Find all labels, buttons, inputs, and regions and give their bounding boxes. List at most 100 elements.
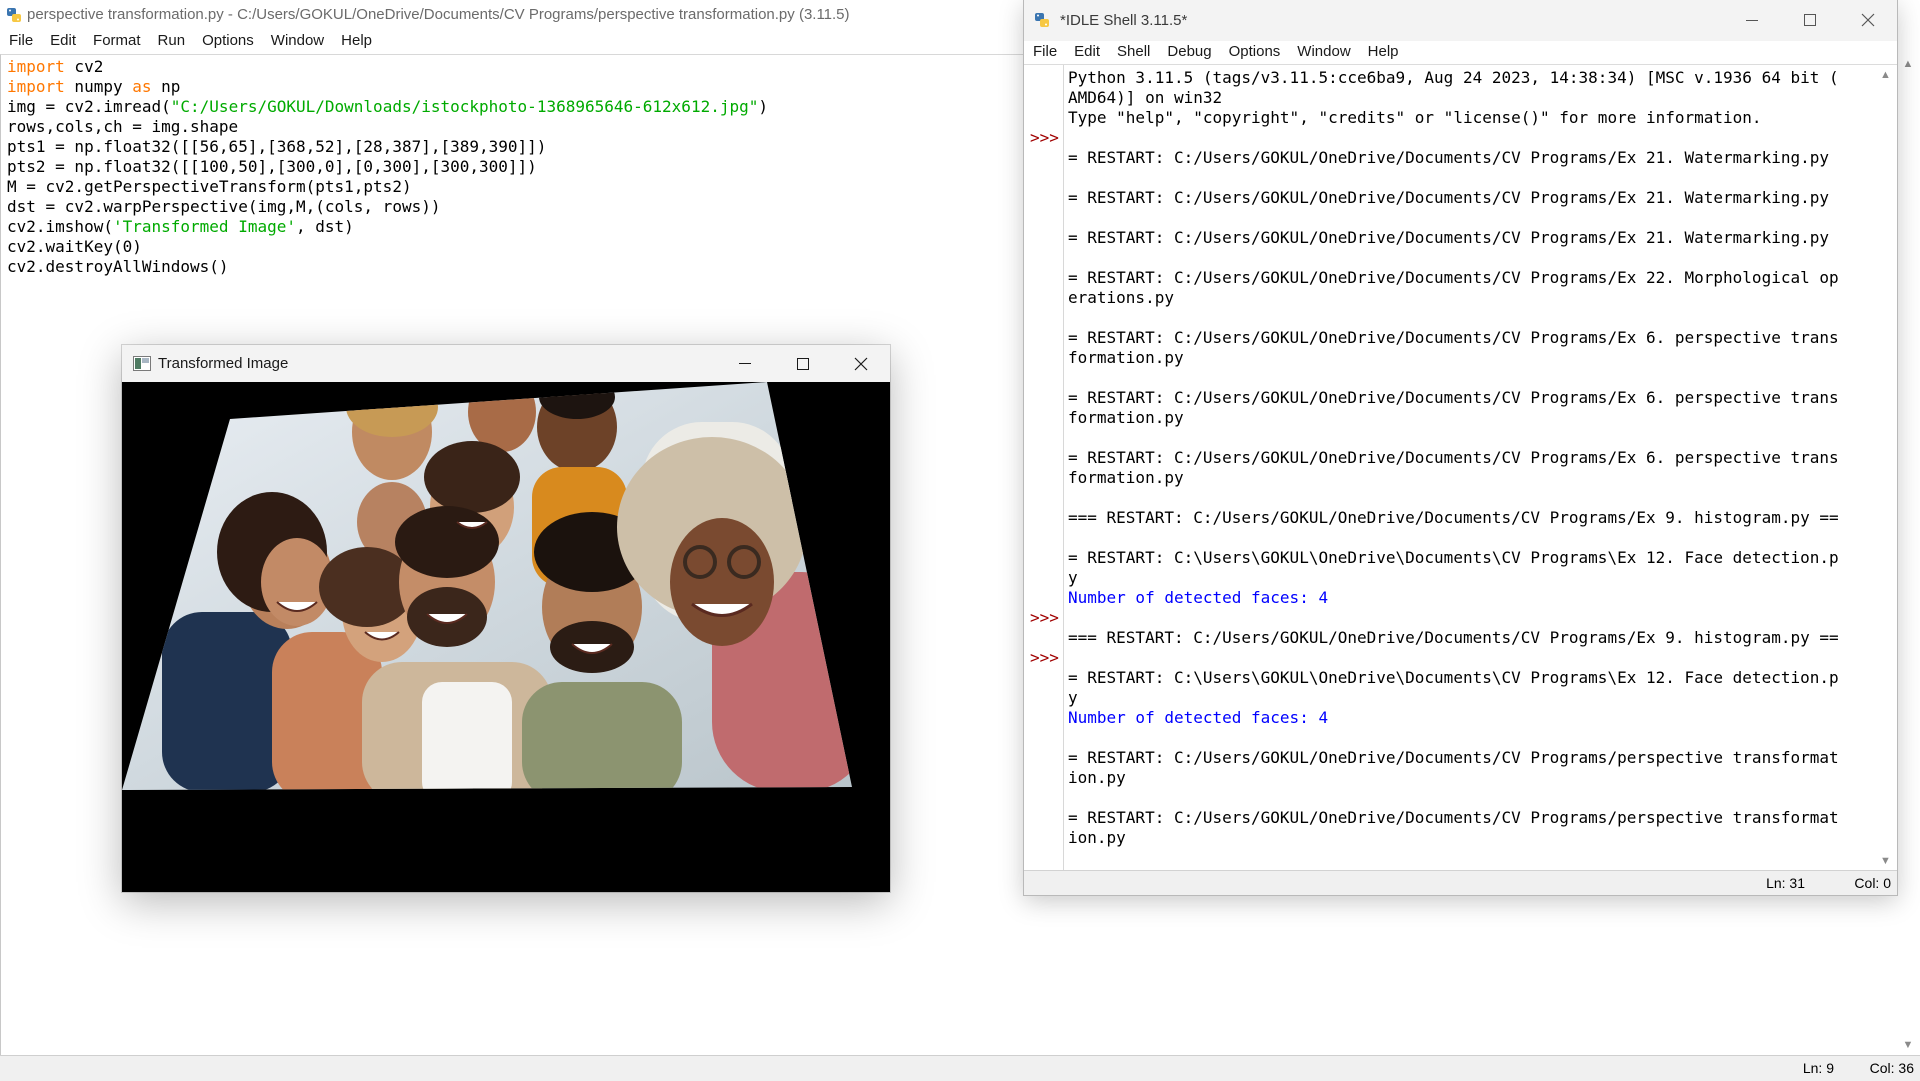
code-line: dst = cv2.warpPerspective(img,M,(cols, r… (7, 197, 441, 216)
shell-output-line: Number of detected faces: 4 (1068, 708, 1329, 727)
shell-prompt: >>> (1030, 128, 1059, 147)
shell-line: formation.py (1068, 408, 1184, 427)
shell-menu-options[interactable]: Options (1229, 40, 1281, 64)
menu-file[interactable]: File (9, 29, 33, 53)
shell-line: = RESTART: C:/Users/GOKUL/OneDrive/Docum… (1068, 188, 1829, 207)
image-window-title-bar[interactable]: Transformed Image (122, 345, 890, 382)
python-shell-icon (1035, 13, 1049, 27)
shell-line: = RESTART: C:/Users/GOKUL/OneDrive/Docum… (1068, 268, 1839, 287)
shell-minimize-button[interactable] (1723, 0, 1781, 41)
code-line: pts1 = np.float32([[56,65],[368,52],[28,… (7, 137, 547, 156)
shell-menu-edit[interactable]: Edit (1074, 40, 1100, 64)
shell-line: ion.py (1068, 828, 1126, 847)
shell-line: formation.py (1068, 468, 1184, 487)
shell-close-button[interactable] (1839, 0, 1897, 41)
shell-status-bar: Ln: 31 Col: 0 (1024, 870, 1897, 895)
close-icon (1861, 13, 1875, 27)
shell-line: = RESTART: C:/Users/GOKUL/OneDrive/Docum… (1068, 748, 1839, 767)
transformed-image-window[interactable]: Transformed Image (122, 345, 890, 892)
shell-line: = RESTART: C:/Users/GOKUL/OneDrive/Docum… (1068, 808, 1839, 827)
shell-menu-bar: File Edit Shell Debug Options Window Help (1033, 40, 1416, 64)
shell-line: = RESTART: C:\Users\GOKUL\OneDrive\Docum… (1068, 668, 1839, 687)
code-lines: import cv2 import numpy as np img = cv2.im… (7, 57, 768, 277)
code-line: rows,cols,ch = img.shape (7, 117, 239, 136)
scroll-down-arrow-icon[interactable]: ▼ (1896, 1039, 1920, 1051)
shell-line: = RESTART: C:/Users/GOKUL/OneDrive/Docum… (1068, 148, 1829, 167)
menu-help[interactable]: Help (341, 29, 372, 53)
shell-line-number: Ln: 31 (1766, 875, 1805, 891)
editor-status-bar: Ln: 9 Col: 36 (0, 1055, 1920, 1081)
shell-line: = RESTART: C:/Users/GOKUL/OneDrive/Docum… (1068, 448, 1839, 467)
scroll-up-arrow-icon[interactable]: ▲ (1896, 58, 1920, 70)
close-icon (854, 357, 868, 371)
shell-menu-help[interactable]: Help (1368, 40, 1399, 64)
shell-output-area[interactable]: >>> >>> >>> Python 3.11.5 (tags/v3.11.5:… (1024, 64, 1897, 871)
editor-scrollbar[interactable]: ▲ ▼ (1896, 54, 1920, 1055)
close-button[interactable] (832, 345, 890, 382)
group-selfie-photo (122, 382, 852, 790)
maximize-icon (1804, 14, 1816, 26)
shell-menu-debug[interactable]: Debug (1167, 40, 1211, 64)
maximize-icon (797, 358, 809, 370)
menu-edit[interactable]: Edit (50, 29, 76, 53)
maximize-button[interactable] (774, 345, 832, 382)
shell-line: = RESTART: C:/Users/GOKUL/OneDrive/Docum… (1068, 388, 1839, 407)
shell-prompt-gutter: >>> >>> >>> (1026, 65, 1064, 871)
shell-line: y (1068, 568, 1078, 587)
shell-scrollbar[interactable]: ▲ ▼ (1874, 65, 1897, 871)
idle-shell-window[interactable]: *IDLE Shell 3.11.5* File Edit Shell Debug Op… (1024, 0, 1897, 895)
menu-options[interactable]: Options (202, 29, 254, 53)
shell-line: === RESTART: C:/Users/GOKUL/OneDrive/Doc… (1068, 508, 1839, 527)
shell-maximize-button[interactable] (1781, 0, 1839, 41)
image-canvas (122, 382, 890, 892)
python-file-icon (7, 8, 21, 22)
editor-title: perspective transformation.py - C:/Users… (27, 6, 850, 23)
shell-menu-file[interactable]: File (1033, 40, 1057, 64)
shell-scroll-up-icon[interactable]: ▲ (1874, 69, 1897, 81)
menu-window[interactable]: Window (271, 29, 324, 53)
shell-scroll-down-icon[interactable]: ▼ (1874, 855, 1897, 867)
shell-menu-window[interactable]: Window (1297, 40, 1350, 64)
shell-title: *IDLE Shell 3.11.5* (1060, 12, 1188, 29)
shell-text[interactable]: Python 3.11.5 (tags/v3.11.5:cce6ba9, Aug… (1068, 68, 1839, 848)
minimize-icon (1746, 20, 1758, 21)
shell-line: erations.py (1068, 288, 1174, 307)
shell-line: === RESTART: C:/Users/GOKUL/OneDrive/Doc… (1068, 628, 1839, 647)
shell-title-bar[interactable]: *IDLE Shell 3.11.5* (1024, 0, 1897, 41)
shell-prompt: >>> (1030, 648, 1059, 667)
shell-output-line: Number of detected faces: 4 (1068, 588, 1329, 607)
shell-line: y (1068, 688, 1078, 707)
column-number: Col: 36 (1869, 1060, 1914, 1076)
menu-run[interactable]: Run (158, 29, 186, 53)
shell-line: formation.py (1068, 348, 1184, 367)
code-line: M = cv2.getPerspectiveTransform(pts1,pts… (7, 177, 412, 196)
code-line: cv2.waitKey(0) (7, 237, 142, 256)
shell-line: = RESTART: C:/Users/GOKUL/OneDrive/Docum… (1068, 328, 1839, 347)
minimize-icon (739, 363, 751, 364)
code-line: img = cv2.imread("C:/Users/GOKUL/Downloa… (7, 97, 769, 116)
menu-format[interactable]: Format (93, 29, 141, 53)
shell-column-number: Col: 0 (1854, 875, 1891, 891)
shell-line: Python 3.11.5 (tags/v3.11.5:cce6ba9, Aug… (1068, 68, 1839, 87)
code-line: cv2.imshow('Transformed Image', dst) (7, 217, 354, 236)
minimize-button[interactable] (716, 345, 774, 382)
line-number: Ln: 9 (1802, 1060, 1834, 1076)
image-window-icon (133, 356, 151, 371)
editor-menu-bar: File Edit Format Run Options Window Help (9, 29, 389, 53)
shell-menu-shell[interactable]: Shell (1117, 40, 1150, 64)
code-line: import numpy as np (7, 77, 181, 96)
shell-line: ion.py (1068, 768, 1126, 787)
